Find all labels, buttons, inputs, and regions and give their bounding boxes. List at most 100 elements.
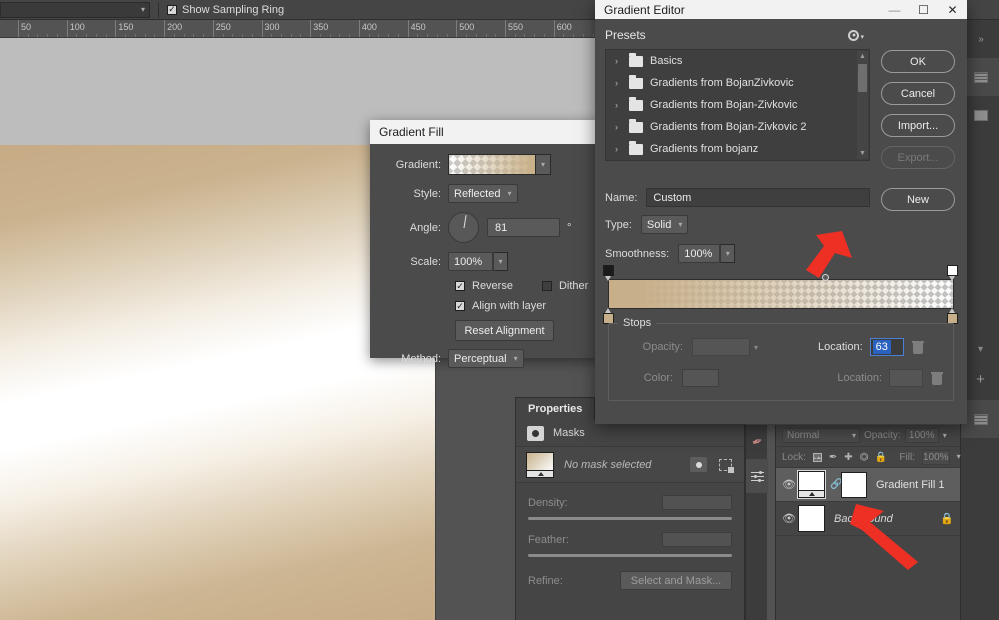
lock-artboard-icon[interactable]: ⏣ (860, 452, 869, 463)
gradient-bar-editor[interactable] (595, 265, 967, 324)
name-label: Name: (605, 191, 638, 204)
chevron-right-icon[interactable]: › (615, 122, 622, 132)
reverse-checkbox[interactable]: ✓ (455, 281, 465, 291)
layer-thumbnail[interactable] (797, 470, 826, 499)
delete-opacity-stop-icon[interactable] (911, 340, 924, 354)
tool-preset-dropdown[interactable]: ▾ (0, 1, 150, 18)
show-sampling-ring-option[interactable]: ✓ Show Sampling Ring (167, 4, 284, 16)
style-label: Style: (413, 187, 441, 200)
opacity-location-input[interactable]: 63 (869, 338, 904, 356)
opacity-stop-handle[interactable] (947, 265, 958, 281)
cancel-button[interactable]: Cancel (881, 82, 955, 105)
scale-input[interactable]: 100% (448, 252, 493, 271)
list-item[interactable]: › Gradients from Bojan-Zivkovic (606, 94, 869, 116)
layer-thumbnail[interactable] (798, 505, 825, 532)
chevron-down-icon[interactable]: ▾ (754, 343, 758, 352)
gradient-picker-button[interactable]: ▾ (536, 154, 551, 175)
smoothness-input[interactable]: 100% (678, 244, 721, 263)
scroll-up-icon[interactable]: ▲ (857, 51, 868, 62)
tab-properties[interactable]: Properties (516, 398, 596, 420)
gradient-swatch[interactable] (448, 154, 536, 175)
pixel-mask-icon[interactable] (690, 457, 707, 472)
refine-row: Refine: Select and Mask... (516, 557, 744, 590)
adjustments-button[interactable] (746, 459, 768, 493)
chevron-right-icon[interactable]: › (615, 56, 622, 66)
layer-name[interactable]: Background (830, 513, 935, 525)
feather-label: Feather: (528, 533, 569, 546)
gradient-preview-bar[interactable] (608, 279, 954, 309)
density-input[interactable] (662, 495, 732, 510)
opacity-stop-handle[interactable] (603, 265, 614, 281)
style-select[interactable]: Reflected ▾ (448, 184, 518, 203)
ok-button[interactable]: OK (881, 50, 955, 73)
name-input[interactable]: Custom (646, 188, 870, 207)
eye-icon[interactable]: 👁 (782, 478, 796, 491)
color-location-input[interactable] (889, 369, 923, 387)
presets-list[interactable]: › Basics › Gradients from BojanZivkovic › Gra… (605, 49, 870, 161)
midpoint-marker[interactable] (821, 274, 829, 281)
fill-input[interactable]: 100% (921, 449, 950, 465)
type-select[interactable]: Solid ▾ (640, 215, 689, 234)
folder-icon (629, 140, 643, 155)
new-button[interactable]: New (881, 188, 955, 211)
chevron-down-icon[interactable]: ▾ (957, 453, 961, 461)
lock-position-icon[interactable]: ✚ (844, 452, 852, 463)
list-item[interactable]: › Gradients from bojanz (606, 138, 869, 160)
table-row[interactable]: 👁 Background 🔒 (776, 502, 960, 536)
smoothness-dropdown-button[interactable]: ▾ (720, 244, 736, 263)
lock-transparency-icon[interactable] (812, 452, 822, 463)
stops-group: Stops Opacity: ▾ Location: 63 Color: Loc… (608, 317, 954, 401)
color-swatch[interactable] (682, 369, 720, 387)
link-icon[interactable]: 🔗 (830, 479, 842, 490)
preset-group-name: Gradients from Bojan-Zivkovic (650, 99, 798, 111)
ruler-label: 600 (556, 22, 572, 32)
opacity-label: Opacity: (642, 341, 683, 353)
dither-checkbox[interactable] (541, 281, 552, 291)
eye-icon[interactable]: 👁 (782, 512, 796, 525)
opacity-input[interactable]: 100% (904, 428, 939, 443)
maximize-icon[interactable]: ☐ (909, 0, 938, 19)
checkbox-checked-icon[interactable]: ✓ (167, 4, 177, 15)
list-item[interactable]: › Gradients from Bojan-Zivkovic 2 (606, 116, 869, 138)
scroll-down-icon[interactable]: ▼ (857, 148, 868, 159)
method-select[interactable]: Perceptual ▾ (448, 349, 524, 368)
minimize-icon[interactable]: — (880, 0, 909, 19)
import-button[interactable]: Import... (881, 114, 955, 137)
layer-mask-thumbnail[interactable] (841, 471, 867, 498)
lock-image-icon[interactable]: ✒ (829, 452, 837, 463)
angle-label: Angle: (409, 221, 441, 234)
type-row: Type: Solid ▾ (605, 215, 870, 234)
chevron-right-icon[interactable]: › (615, 78, 622, 88)
brush-tool-button[interactable]: ✒ (746, 425, 768, 459)
gradient-editor-titlebar[interactable]: Gradient Editor — ☐ ✕ (595, 0, 967, 19)
layer-name[interactable]: Gradient Fill 1 (872, 479, 954, 491)
angle-dial[interactable] (448, 212, 479, 243)
angle-input[interactable]: 81 (487, 218, 560, 237)
vector-mask-icon[interactable] (717, 457, 734, 473)
scale-dropdown-button[interactable]: ▾ (493, 252, 508, 271)
ruler-label: 350 (313, 22, 329, 32)
list-item[interactable]: › Gradients from BojanZivkovic (606, 72, 869, 94)
reset-alignment-button[interactable]: Reset Alignment (455, 320, 554, 341)
gradient-fill-titlebar[interactable]: Gradient Fill (370, 120, 599, 144)
align-with-layer-checkbox[interactable]: ✓ (455, 301, 465, 311)
feather-input[interactable] (662, 532, 732, 547)
color-stop-handle[interactable] (947, 308, 958, 324)
scrollbar-thumb[interactable] (858, 64, 867, 92)
chevron-right-icon[interactable]: › (615, 100, 622, 110)
close-icon[interactable]: ✕ (938, 0, 967, 19)
table-row[interactable]: 👁 🔗 Gradient Fill 1 (776, 468, 960, 502)
gear-icon[interactable]: ▾ (848, 29, 864, 41)
blend-mode-select[interactable]: Normal ▾ (782, 428, 860, 443)
select-and-mask-button[interactable]: Select and Mask... (620, 571, 732, 590)
delete-color-stop-icon[interactable] (930, 371, 944, 385)
color-stop-handle[interactable] (603, 308, 614, 324)
mask-thumbnail[interactable] (526, 451, 554, 478)
chevron-right-icon[interactable]: › (615, 144, 622, 154)
opacity-input[interactable] (692, 338, 750, 356)
list-item[interactable]: › Basics (606, 50, 869, 72)
presets-scrollbar[interactable]: ▲ ▼ (857, 51, 868, 159)
ruler-label: 100 (69, 22, 85, 32)
lock-all-icon[interactable]: 🔒 (875, 452, 887, 463)
chevron-down-icon[interactable]: ▾ (943, 431, 947, 440)
